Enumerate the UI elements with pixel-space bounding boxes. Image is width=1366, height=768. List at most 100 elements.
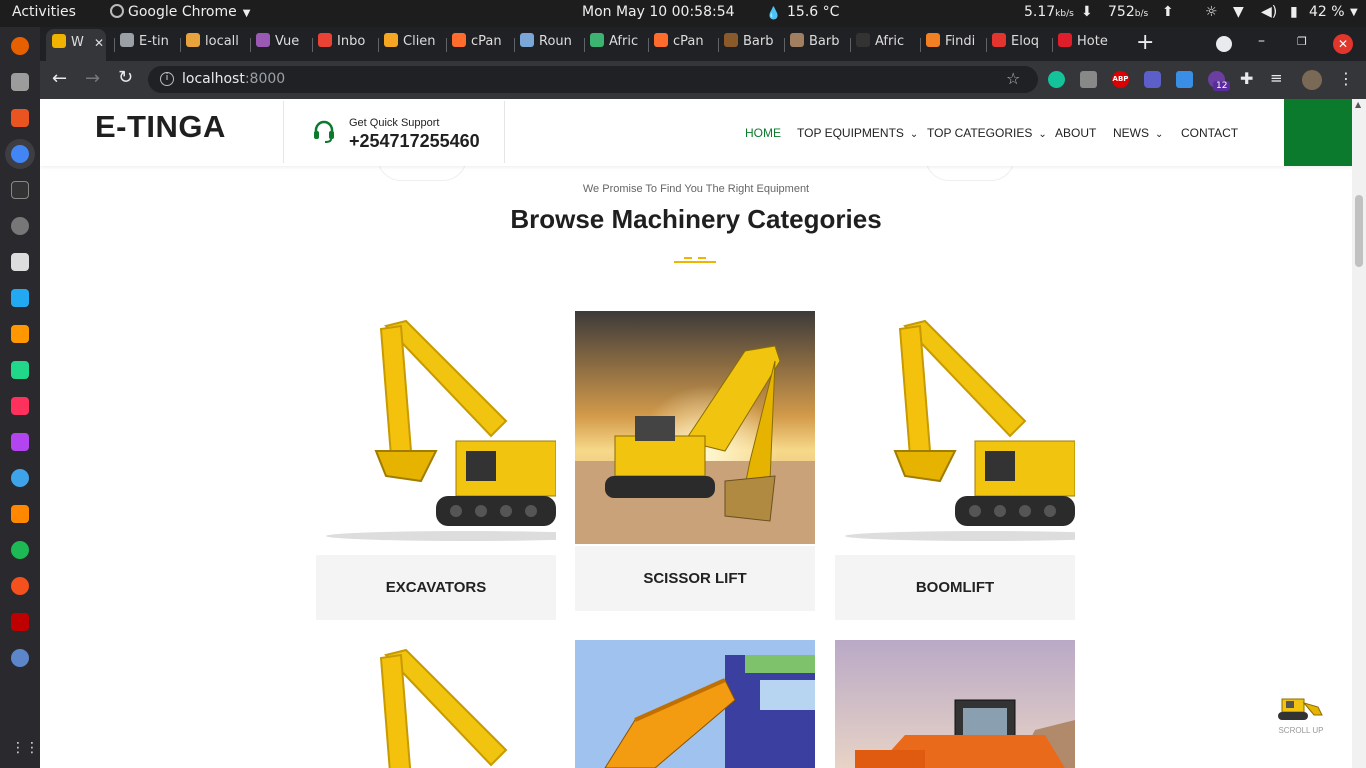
browser-tab[interactable]: Eloq xyxy=(992,33,1050,55)
browser-tab[interactable]: Hote xyxy=(1058,33,1116,55)
intellij-icon[interactable] xyxy=(11,397,29,415)
feedly-icon[interactable] xyxy=(1176,71,1193,88)
category-image-excavators[interactable] xyxy=(316,311,556,544)
filezilla-icon[interactable] xyxy=(11,613,29,631)
nav-about[interactable]: ABOUT xyxy=(1055,126,1096,140)
clock[interactable]: Mon May 10 00:58:54 xyxy=(582,4,735,20)
browser-tab[interactable]: cPan xyxy=(654,33,712,55)
tab-favicon-icon xyxy=(452,33,466,47)
show-apps-icon[interactable]: ⋮⋮ xyxy=(11,739,39,757)
browser-tab[interactable]: Barb xyxy=(724,33,782,55)
category-image-boomlift[interactable] xyxy=(835,311,1075,544)
header-cta-block[interactable] xyxy=(1284,99,1352,166)
nav-news[interactable]: NEWS ⌄ xyxy=(1113,126,1163,140)
section-title: Browse Machinery Categories xyxy=(510,204,882,234)
adblock-icon[interactable]: ABP xyxy=(1112,71,1129,88)
weather-icon: 💧 xyxy=(766,6,781,20)
category-image[interactable] xyxy=(316,640,556,768)
screenshot-icon[interactable] xyxy=(11,253,29,271)
nav-top-categories[interactable]: TOP CATEGORIES ⌄ xyxy=(927,126,1047,140)
category-image[interactable] xyxy=(835,640,1075,768)
new-tab-icon[interactable]: + xyxy=(1136,30,1154,55)
battery-icon[interactable]: ▮ xyxy=(1290,4,1298,20)
excavator-icon[interactable] xyxy=(1276,693,1326,721)
bookmark-star-icon[interactable]: ☆ xyxy=(1006,69,1020,88)
qbittorrent-icon[interactable] xyxy=(11,649,29,667)
reload-icon[interactable]: ↻ xyxy=(118,67,133,88)
minimize-icon[interactable]: – xyxy=(1258,33,1265,49)
kebab-menu-icon[interactable]: ⋮ xyxy=(1338,69,1354,88)
volume-icon[interactable]: ◀) xyxy=(1261,4,1277,20)
nav-home[interactable]: HOME xyxy=(745,126,781,140)
nav-contact[interactable]: CONTACT xyxy=(1181,126,1238,140)
scroll-up-label[interactable]: SCROLL UP xyxy=(1270,726,1332,735)
browser-tab[interactable]: E-tin xyxy=(120,33,178,55)
browser-tab[interactable]: Inbo xyxy=(318,33,376,55)
spotify-icon[interactable] xyxy=(11,541,29,559)
media-control-icon[interactable]: ≡ xyxy=(1270,69,1283,87)
activities-button[interactable]: Activities xyxy=(12,4,76,20)
support-phone[interactable]: +254717255460 xyxy=(349,131,480,152)
category-label-scissor-lift[interactable]: SCISSOR LIFT xyxy=(575,546,815,611)
grammarly-icon[interactable] xyxy=(1048,71,1065,88)
chrome-icon xyxy=(110,4,124,18)
tab-separator xyxy=(648,38,649,52)
thunderbird-icon[interactable] xyxy=(11,469,29,487)
back-icon[interactable]: ← xyxy=(52,68,67,89)
vscode-icon[interactable] xyxy=(11,289,29,307)
tab-title: cPan xyxy=(471,34,502,49)
browser-tab[interactable]: Findi xyxy=(926,33,984,55)
restore-icon[interactable]: ❐ xyxy=(1297,35,1307,48)
software-center-icon[interactable] xyxy=(11,109,29,127)
sublime-icon[interactable] xyxy=(11,325,29,343)
disk-icon[interactable] xyxy=(11,217,29,235)
tab-search-icon[interactable] xyxy=(1216,36,1232,52)
tab-separator xyxy=(114,38,115,52)
tab-title: Eloq xyxy=(1011,34,1040,49)
site-info-icon[interactable]: i xyxy=(160,72,174,86)
phpstorm-icon[interactable] xyxy=(11,433,29,451)
category-label-boomlift[interactable]: BOOMLIFT xyxy=(835,555,1075,620)
browser-tab[interactable]: Afric xyxy=(590,33,648,55)
tab-favicon-icon xyxy=(992,33,1006,47)
brightness-icon[interactable]: ☼ xyxy=(1205,4,1218,20)
browser-tab[interactable]: cPan xyxy=(452,33,510,55)
tab-separator xyxy=(718,38,719,52)
page-scrollbar[interactable]: ▲ xyxy=(1352,99,1366,768)
close-window-icon[interactable]: ✕ xyxy=(1333,34,1353,54)
browser-tab[interactable]: locall xyxy=(186,33,244,55)
browser-tab[interactable]: Vue xyxy=(256,33,314,55)
webstorm-icon[interactable] xyxy=(11,361,29,379)
postman-icon[interactable] xyxy=(11,577,29,595)
url-text: localhost:8000 xyxy=(182,71,286,87)
chevron-down-icon: ⌄ xyxy=(1038,129,1047,140)
avatar[interactable] xyxy=(1302,70,1322,90)
forward-icon[interactable]: → xyxy=(85,68,100,89)
address-bar[interactable]: i localhost:8000 ☆ xyxy=(148,66,1038,93)
browser-tab[interactable]: Clien xyxy=(384,33,442,55)
app-menu[interactable]: Google Chrome ▼ xyxy=(110,4,250,20)
chrome-dock-icon[interactable] xyxy=(11,145,29,163)
system-menu-chevron-icon[interactable]: ▼ xyxy=(1350,7,1358,18)
category-image[interactable] xyxy=(575,640,815,768)
puzzle-icon[interactable]: ✚ xyxy=(1240,69,1253,88)
browser-tab[interactable]: Afric xyxy=(856,33,914,55)
close-tab-icon[interactable]: ✕ xyxy=(94,36,104,50)
browser-tab[interactable]: Roun xyxy=(520,33,578,55)
category-image-scissor-lift[interactable] xyxy=(575,311,815,544)
scrollbar-thumb[interactable] xyxy=(1355,195,1363,267)
tab-favicon-icon xyxy=(724,33,738,47)
files-icon[interactable] xyxy=(11,73,29,91)
firefox-icon[interactable] xyxy=(11,37,29,55)
scroll-up-arrow-icon[interactable]: ▲ xyxy=(1355,100,1361,109)
category-label-excavators[interactable]: EXCAVATORS xyxy=(316,555,556,620)
extension-icon[interactable] xyxy=(1080,71,1097,88)
tab-separator xyxy=(180,38,181,52)
wifi-icon[interactable]: ▼ xyxy=(1233,4,1244,20)
vlc-icon[interactable] xyxy=(11,505,29,523)
site-logo[interactable]: E-TINGA xyxy=(95,109,226,145)
nav-top-equipments[interactable]: TOP EQUIPMENTS ⌄ xyxy=(797,126,918,140)
meet-icon[interactable] xyxy=(1144,71,1161,88)
terminal-icon[interactable] xyxy=(11,181,29,199)
browser-tab[interactable]: Barb xyxy=(790,33,848,55)
